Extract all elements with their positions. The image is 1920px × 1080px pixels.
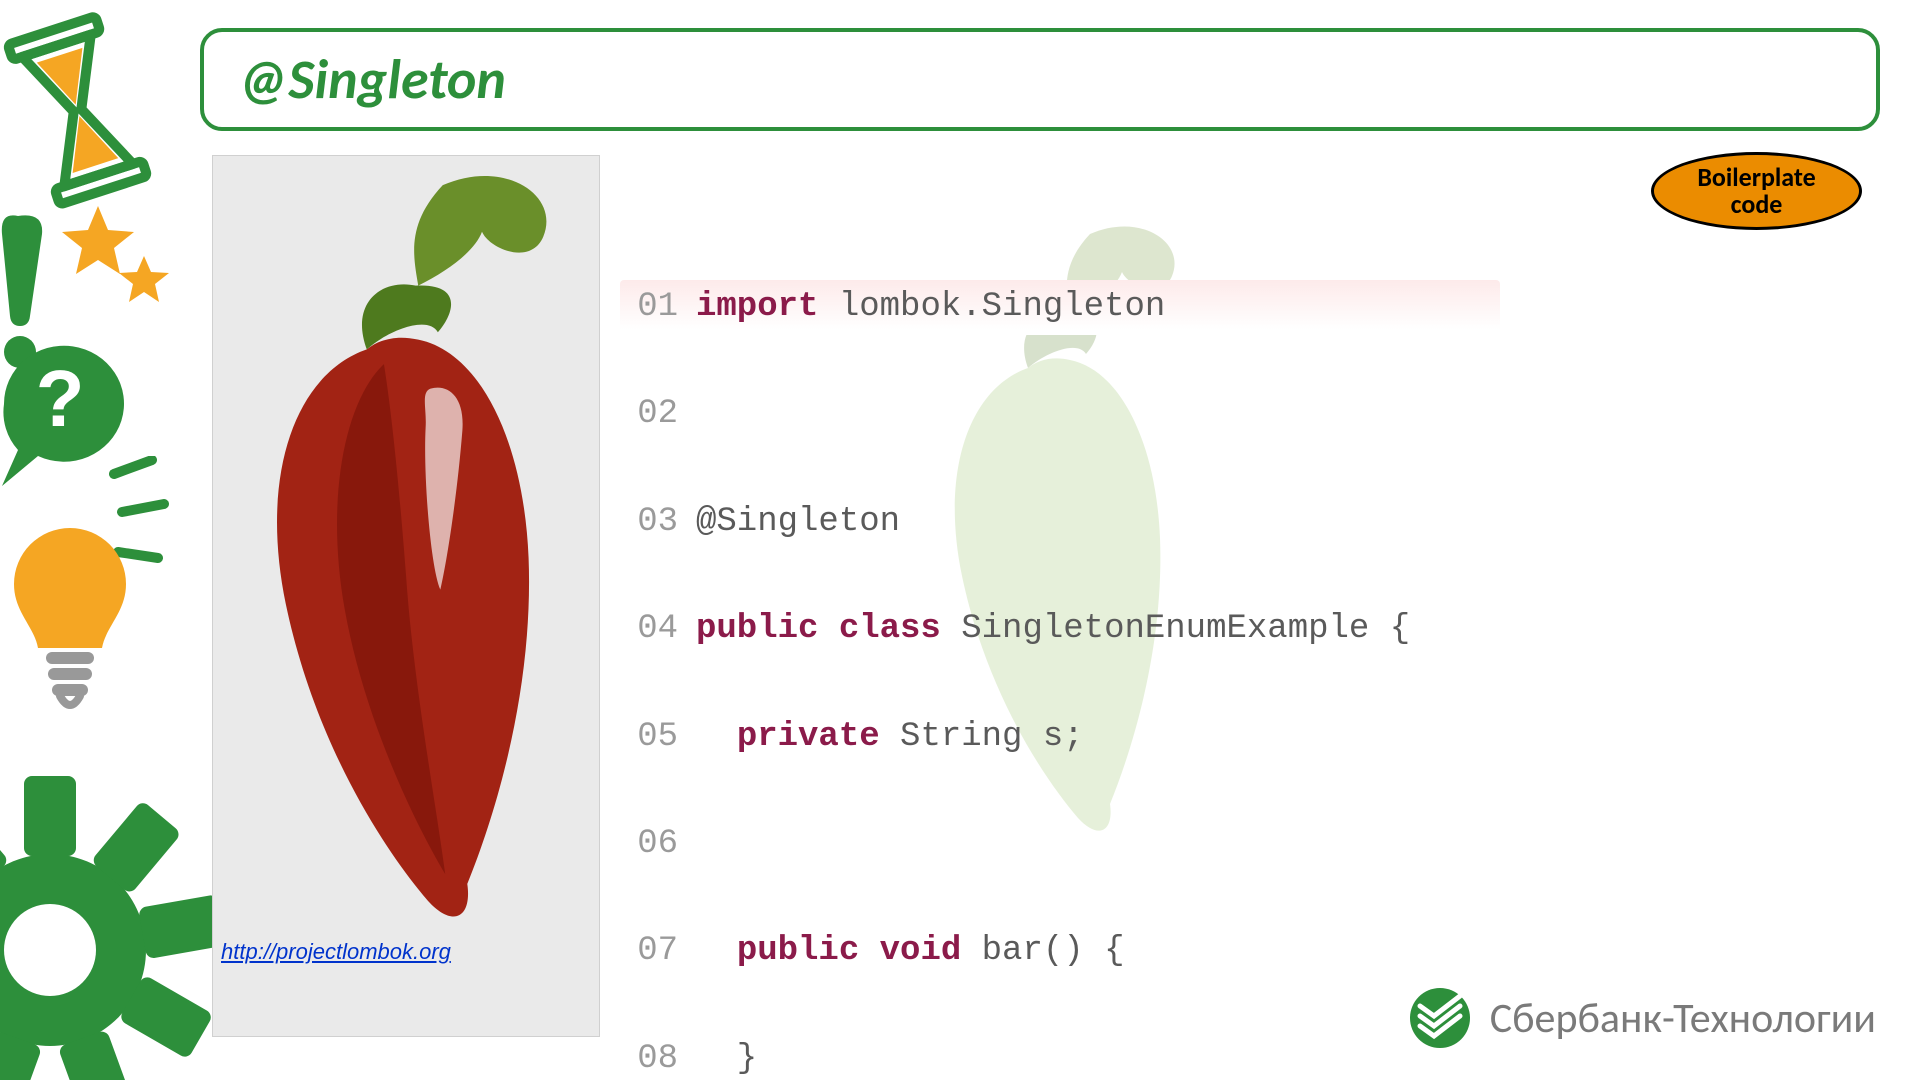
stars-icon [58,200,178,330]
project-lombok-link[interactable]: http://projectlombok.org [221,939,591,965]
code-line: 05 private String s; [620,710,1500,765]
line-number: 06 [620,818,696,871]
badge-line1: Boilerplate [1697,164,1815,191]
lightbulb-icon [0,520,150,730]
line-number: 01 [620,281,696,334]
code-block: 01import lombok.Singleton 02 03@Singleto… [620,280,1500,1080]
line-number: 07 [620,925,696,978]
svg-text:?: ? [36,354,85,443]
footer-logo: Сбербанк-Технологии [1408,986,1876,1050]
code-line: 06 [620,817,1500,872]
badge-line2: code [1731,191,1783,218]
exclamation-icon [0,210,66,370]
code-lines: 01import lombok.Singleton 02 03@Singleto… [620,280,1500,1080]
pepper-icon [221,168,591,928]
slide: ? [0,0,1920,1080]
title-bar: @Singleton [200,28,1880,131]
code-line: 01import lombok.Singleton [620,280,1500,335]
code-line: 02 [620,387,1500,442]
line-number: 08 [620,1033,696,1080]
footer-brand1: Сбербанк [1490,993,1662,1044]
lombok-card: http://projectlombok.org [212,155,600,1037]
line-number: 05 [620,711,696,764]
hourglass-icon [0,8,160,228]
code-line: 07 public void bar() { [620,924,1500,979]
boilerplate-badge: Boilerplate code [1651,152,1862,230]
line-number: 03 [620,496,696,549]
sberbank-logo-icon [1408,986,1472,1050]
gear-icon [0,720,240,1080]
footer-logo-text: Сбербанк-Технологии [1490,993,1876,1044]
code-line: 08 } [620,1032,1500,1080]
code-line: 03@Singleton [620,495,1500,550]
slide-title: @Singleton [238,46,506,114]
line-number: 02 [620,388,696,441]
rays-icon [108,456,178,576]
decorative-sidebar: ? [0,0,160,1080]
footer-dash: - [1662,993,1673,1044]
question-bubble-icon: ? [0,336,144,506]
footer-brand2: Технологии [1673,993,1876,1044]
line-number: 04 [620,603,696,656]
code-line: 04public class SingletonEnumExample { [620,602,1500,657]
